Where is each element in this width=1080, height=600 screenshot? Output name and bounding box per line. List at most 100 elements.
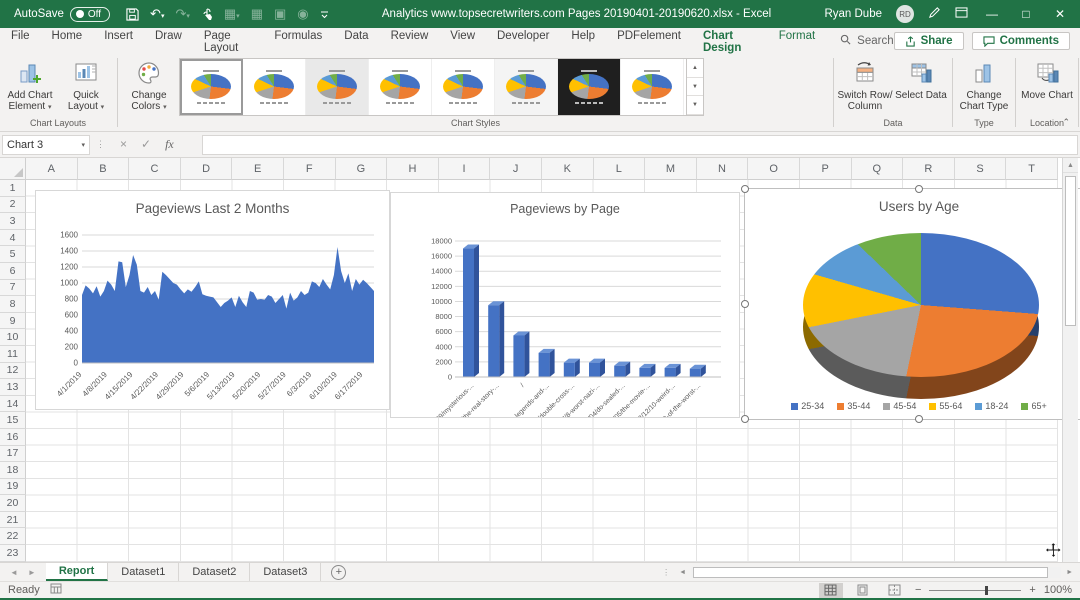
- ribbon-tab-draw[interactable]: Draw: [144, 25, 193, 58]
- row-header-9[interactable]: 9: [0, 313, 26, 330]
- macro-record-icon[interactable]: [50, 583, 62, 597]
- sheet-nav-right-icon[interactable]: ►: [28, 568, 36, 577]
- column-header-D[interactable]: D: [181, 158, 233, 180]
- ribbon-tab-format[interactable]: Format: [768, 25, 826, 58]
- normal-view-icon[interactable]: [819, 583, 843, 598]
- tab-splitter[interactable]: ⋮: [662, 568, 670, 577]
- minimize-button[interactable]: —: [982, 7, 1002, 21]
- selection-handle-bottom-left[interactable]: [741, 415, 749, 423]
- row-header-20[interactable]: 20: [0, 495, 26, 512]
- chart-style-thumbnail-8[interactable]: [621, 59, 684, 115]
- change-colors-button[interactable]: Change Colors ▾: [121, 57, 177, 113]
- formula-input[interactable]: [202, 135, 1078, 155]
- user-name[interactable]: Ryan Dube: [824, 8, 882, 20]
- quick-layout-button[interactable]: Quick Layout ▾: [58, 57, 114, 113]
- column-header-T[interactable]: T: [1006, 158, 1058, 180]
- column-header-O[interactable]: O: [748, 158, 800, 180]
- ribbon-tab-home[interactable]: Home: [41, 25, 94, 58]
- select-data-button[interactable]: Select Data: [893, 57, 949, 101]
- zoom-slider[interactable]: [929, 590, 1021, 591]
- scroll-up-icon[interactable]: ▲: [1063, 158, 1078, 173]
- row-header-23[interactable]: 23: [0, 545, 26, 562]
- chart-style-thumbnail-3[interactable]: [306, 59, 369, 115]
- autosave-toggle[interactable]: Off: [70, 7, 110, 22]
- new-sheet-button[interactable]: +: [331, 565, 346, 580]
- row-header-14[interactable]: 14: [0, 396, 26, 413]
- page-layout-view-icon[interactable]: [851, 583, 875, 598]
- sheet-tab-report[interactable]: Report: [46, 563, 108, 581]
- chart-style-thumbnail-4[interactable]: [369, 59, 432, 115]
- move-chart-button[interactable]: Move Chart: [1019, 57, 1075, 101]
- column-header-J[interactable]: J: [490, 158, 542, 180]
- ribbon-display-options-icon[interactable]: [955, 7, 968, 21]
- row-header-21[interactable]: 21: [0, 512, 26, 529]
- row-header-4[interactable]: 4: [0, 230, 26, 247]
- search-box[interactable]: Search: [840, 34, 893, 48]
- gallery-scroll-down-icon[interactable]: ▼: [687, 78, 703, 97]
- column-header-N[interactable]: N: [697, 158, 749, 180]
- row-header-17[interactable]: 17: [0, 446, 26, 463]
- column-header-Q[interactable]: Q: [852, 158, 904, 180]
- column-header-H[interactable]: H: [387, 158, 439, 180]
- chart-style-thumbnail-7[interactable]: [558, 59, 621, 115]
- name-box-dropdown-icon[interactable]: ▾: [81, 141, 85, 149]
- column-header-E[interactable]: E: [232, 158, 284, 180]
- vertical-scroll-thumb[interactable]: [1065, 176, 1076, 326]
- column-header-B[interactable]: B: [78, 158, 130, 180]
- column-header-R[interactable]: R: [903, 158, 955, 180]
- selection-handle-left-center[interactable]: [741, 300, 749, 308]
- scroll-right-icon[interactable]: ►: [1063, 569, 1076, 576]
- sheet-nav-left-icon[interactable]: ◄: [10, 568, 18, 577]
- column-header-L[interactable]: L: [594, 158, 646, 180]
- avatar[interactable]: RD: [896, 5, 914, 23]
- column-header-M[interactable]: M: [645, 158, 697, 180]
- select-all-corner[interactable]: [0, 158, 26, 180]
- ribbon-tab-review[interactable]: Review: [380, 25, 440, 58]
- sheet-tab-dataset2[interactable]: Dataset2: [179, 563, 250, 581]
- row-header-13[interactable]: 13: [0, 379, 26, 396]
- insert-function-icon[interactable]: fx: [165, 137, 174, 152]
- row-header-7[interactable]: 7: [0, 280, 26, 297]
- touch-mouse-mode-icon[interactable]: [201, 8, 213, 21]
- cancel-icon[interactable]: ×: [120, 137, 127, 152]
- horizontal-scroll-thumb[interactable]: [693, 567, 1048, 578]
- row-header-19[interactable]: 19: [0, 479, 26, 496]
- selection-handle-bottom-center[interactable]: [915, 415, 923, 423]
- formula-bar-splitter[interactable]: ⋮: [96, 139, 106, 150]
- enter-icon[interactable]: ✓: [141, 137, 151, 152]
- name-box[interactable]: Chart 3 ▾: [2, 135, 90, 155]
- redo-icon[interactable]: ↷▾: [175, 6, 189, 22]
- bar-chart-pageviews-by-page[interactable]: Pageviews by Page02000400060008000100001…: [390, 192, 740, 418]
- row-header-11[interactable]: 11: [0, 346, 26, 363]
- column-header-C[interactable]: C: [129, 158, 181, 180]
- vertical-scrollbar[interactable]: ▲: [1062, 158, 1078, 562]
- row-header-3[interactable]: 3: [0, 213, 26, 230]
- zoom-slider-thumb[interactable]: [985, 586, 988, 595]
- column-header-S[interactable]: S: [955, 158, 1007, 180]
- comments-button[interactable]: Comments: [972, 32, 1070, 50]
- autosave-control[interactable]: AutoSave Off: [14, 7, 110, 22]
- pencil-icon[interactable]: [928, 6, 941, 22]
- zoom-in-icon[interactable]: +: [1029, 584, 1035, 596]
- row-header-15[interactable]: 15: [0, 412, 26, 429]
- collapse-ribbon-icon[interactable]: ⌃: [1062, 117, 1070, 128]
- ribbon-tab-help[interactable]: Help: [560, 25, 606, 58]
- sheet-tab-dataset1[interactable]: Dataset1: [108, 563, 179, 581]
- chart-style-thumbnail-2[interactable]: [243, 59, 306, 115]
- row-header-12[interactable]: 12: [0, 363, 26, 380]
- column-header-I[interactable]: I: [439, 158, 491, 180]
- row-header-5[interactable]: 5: [0, 246, 26, 263]
- maximize-button[interactable]: □: [1016, 7, 1036, 21]
- column-header-F[interactable]: F: [284, 158, 336, 180]
- selection-handle-top-center[interactable]: [915, 185, 923, 193]
- chart-style-thumbnail-1[interactable]: [180, 59, 243, 115]
- switch-row-column-button[interactable]: Switch Row/ Column: [837, 57, 893, 112]
- ribbon-tab-data[interactable]: Data: [333, 25, 379, 58]
- row-header-8[interactable]: 8: [0, 296, 26, 313]
- zoom-out-icon[interactable]: −: [915, 584, 921, 596]
- chart-style-thumbnail-5[interactable]: [432, 59, 495, 115]
- gallery-more-icon[interactable]: ▼: [687, 96, 703, 115]
- ribbon-tab-developer[interactable]: Developer: [486, 25, 560, 58]
- chart-style-thumbnail-6[interactable]: [495, 59, 558, 115]
- column-header-A[interactable]: A: [26, 158, 78, 180]
